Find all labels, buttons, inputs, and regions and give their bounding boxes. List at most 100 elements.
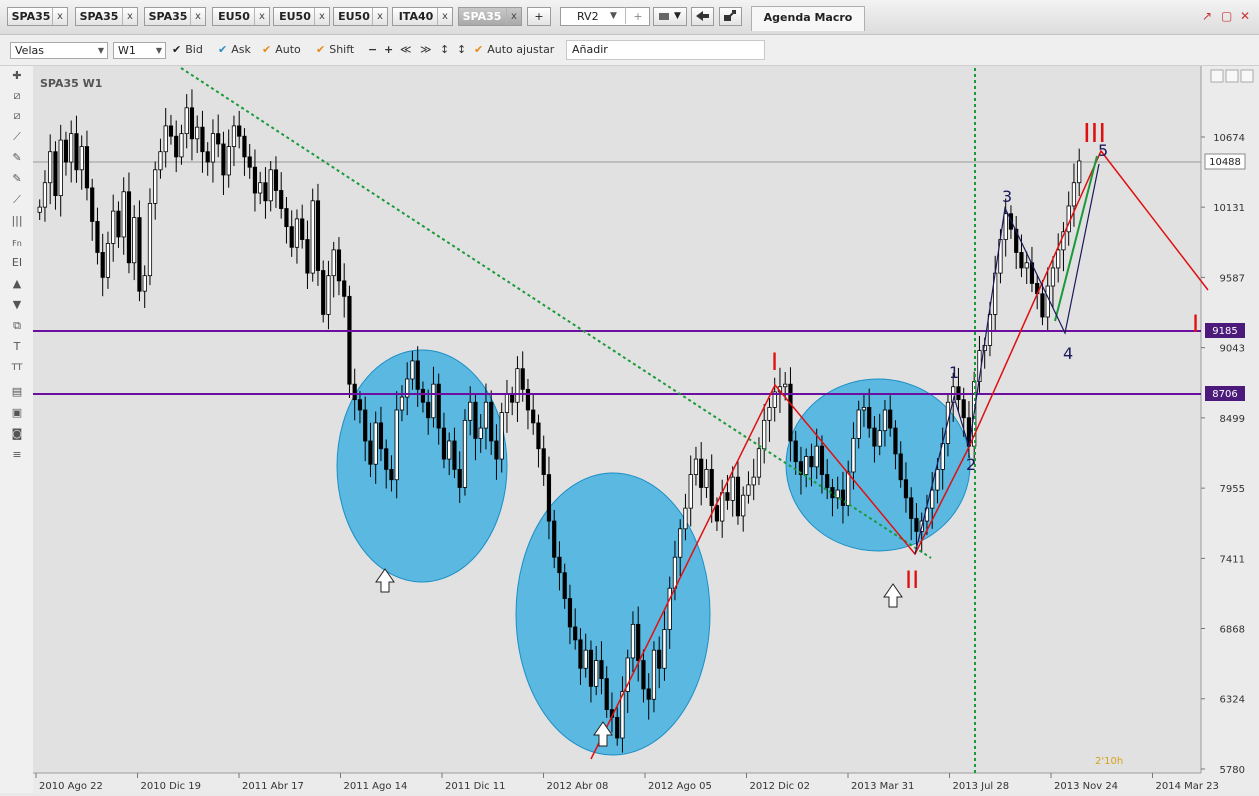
elliott-icon[interactable]: EI — [8, 255, 26, 271]
chart-type-select[interactable]: Velas ▼ — [10, 42, 108, 59]
text-icon[interactable]: T — [8, 339, 26, 355]
fit-vertical-icon[interactable]: ↕ — [440, 43, 449, 56]
candle — [599, 660, 604, 680]
shapes-icon[interactable]: ⧉ — [8, 318, 26, 334]
tab-label: EU50 — [279, 10, 311, 23]
text-size-icon[interactable]: TT — [8, 360, 26, 376]
candle — [447, 440, 452, 460]
y-tick-label: 10131 — [1213, 203, 1245, 214]
candle — [898, 453, 903, 481]
trendline-icon[interactable]: ⟋ — [8, 129, 26, 145]
stretch-vertical-icon[interactable]: ↕ — [457, 43, 466, 56]
close-icon[interactable]: x — [122, 8, 137, 25]
x-tick-label: 2012 Abr 08 — [547, 781, 609, 792]
pen-icon[interactable]: ✎ — [8, 171, 26, 187]
tab-agenda-macro[interactable]: Agenda Macro — [751, 6, 865, 31]
chart-type-value: Velas — [15, 44, 44, 57]
ray-icon[interactable]: ⟋ — [8, 192, 26, 208]
camera-icon[interactable]: ◙ — [8, 426, 26, 442]
candle — [510, 394, 515, 403]
level-label-8706: 8706 — [1212, 389, 1237, 400]
y-tick-label: 6324 — [1220, 695, 1245, 706]
chevron-down-icon: ▼ — [97, 46, 104, 55]
scroll-back-button[interactable]: ≪ — [400, 43, 412, 56]
timeframe-select[interactable]: W1 ▼ — [113, 42, 166, 59]
close-window-icon[interactable]: ✕ — [1240, 9, 1250, 23]
ask-toggle[interactable]: ✔ Ask — [218, 43, 251, 56]
candle — [142, 275, 147, 292]
close-panel-button[interactable] — [1240, 69, 1254, 83]
candle — [105, 243, 111, 278]
close-icon[interactable]: x — [437, 8, 452, 25]
layers-icon[interactable]: ▤ — [8, 384, 26, 400]
instrument-tab[interactable]: SPA35 x — [75, 7, 138, 26]
close-icon[interactable]: x — [52, 8, 67, 25]
arrow-down-icon[interactable]: ▼ — [8, 297, 26, 313]
instrument-tab[interactable]: SPA35 x — [7, 7, 68, 26]
pencil-icon[interactable]: ✎ — [8, 150, 26, 166]
candle — [221, 143, 226, 176]
bid-toggle[interactable]: ✔ Bid — [172, 43, 203, 56]
close-icon[interactable]: x — [254, 8, 269, 25]
candle — [504, 394, 510, 413]
add-tab-button[interactable]: + — [527, 7, 551, 26]
chart-canvas[interactable]: 2010 Ago 22 2010 Dic 19 2011 Abr 17 2011 Ag… — [33, 66, 1259, 793]
add-indicator-input[interactable]: Añadir — [566, 40, 765, 60]
candle — [583, 649, 588, 669]
candle — [636, 623, 641, 661]
candle — [174, 135, 179, 158]
close-icon[interactable]: x — [190, 8, 205, 25]
candle — [357, 399, 363, 411]
arrow-up-icon[interactable]: ▲ — [8, 276, 26, 292]
channel-icon[interactable]: ⧄ — [8, 108, 26, 124]
current-price-label: 10488 — [1209, 157, 1241, 168]
duplicate-icon[interactable]: ▣ — [8, 405, 26, 421]
wave-label-3: 3 — [1002, 187, 1012, 206]
instrument-tab[interactable]: EU50 x — [333, 7, 388, 26]
edit-panel-button[interactable] — [1210, 69, 1224, 83]
add-layout-button[interactable]: + — [625, 7, 650, 24]
undock-icon[interactable]: ↗ — [1202, 9, 1212, 23]
pattern-icon[interactable]: ⧄ — [8, 88, 26, 104]
drawing-tools-sidebar: ✚ ⧄ ⧄ ⟋ ✎ ✎ ⟋ ||| Fn EI ▲ ▼ ⧉ T TT ▤ ▣ ◙… — [0, 66, 34, 793]
scroll-forward-button[interactable]: ≫ — [420, 43, 432, 56]
close-icon[interactable]: x — [506, 8, 521, 25]
maximize-icon[interactable]: ▢ — [1221, 9, 1232, 23]
back-button[interactable] — [691, 7, 714, 26]
zoom-in-button[interactable]: + — [384, 43, 393, 56]
candle — [431, 383, 436, 419]
instrument-tab[interactable]: ITA40 x — [392, 7, 453, 26]
auto-toggle[interactable]: ✔ Auto — [262, 43, 301, 56]
candle — [494, 440, 499, 460]
candle — [373, 422, 378, 465]
candle — [426, 401, 431, 419]
candle — [189, 107, 195, 140]
maximize-panel-button[interactable] — [1225, 69, 1239, 83]
list-icon[interactable]: ≡ — [8, 447, 26, 463]
shift-toggle[interactable]: ✔ Shift — [316, 43, 354, 56]
instrument-tab[interactable]: EU50 x — [273, 7, 330, 26]
window-mode-button[interactable]: ▼ — [653, 7, 687, 26]
candle — [888, 409, 893, 429]
price-chart[interactable]: 2010 Ago 22 2010 Dic 19 2011 Abr 17 2011 Ag… — [33, 66, 1259, 793]
close-icon[interactable]: x — [314, 8, 329, 25]
candle — [58, 139, 63, 197]
candle — [961, 399, 966, 419]
crosshair-icon[interactable]: ✚ — [8, 68, 26, 84]
bid-label: Bid — [185, 43, 203, 56]
instrument-tab[interactable]: EU50 x — [212, 7, 270, 26]
fibonacci-icon[interactable]: ||| — [8, 213, 26, 229]
zoom-out-button[interactable]: − — [368, 43, 377, 56]
layout-selector[interactable]: RV2 ▼ + — [560, 7, 650, 26]
candle — [909, 497, 914, 519]
candle — [914, 518, 919, 532]
candle — [336, 249, 342, 282]
close-icon[interactable]: x — [372, 8, 387, 25]
instrument-tab[interactable]: SPA35 x — [144, 7, 206, 26]
detach-button[interactable] — [719, 7, 742, 26]
function-icon[interactable]: Fn — [8, 236, 26, 252]
instrument-tab-active[interactable]: SPA35 x — [458, 7, 522, 26]
candle — [714, 505, 720, 522]
candle — [231, 125, 237, 147]
auto-fit-toggle[interactable]: ✔ Auto ajustar — [474, 43, 554, 56]
